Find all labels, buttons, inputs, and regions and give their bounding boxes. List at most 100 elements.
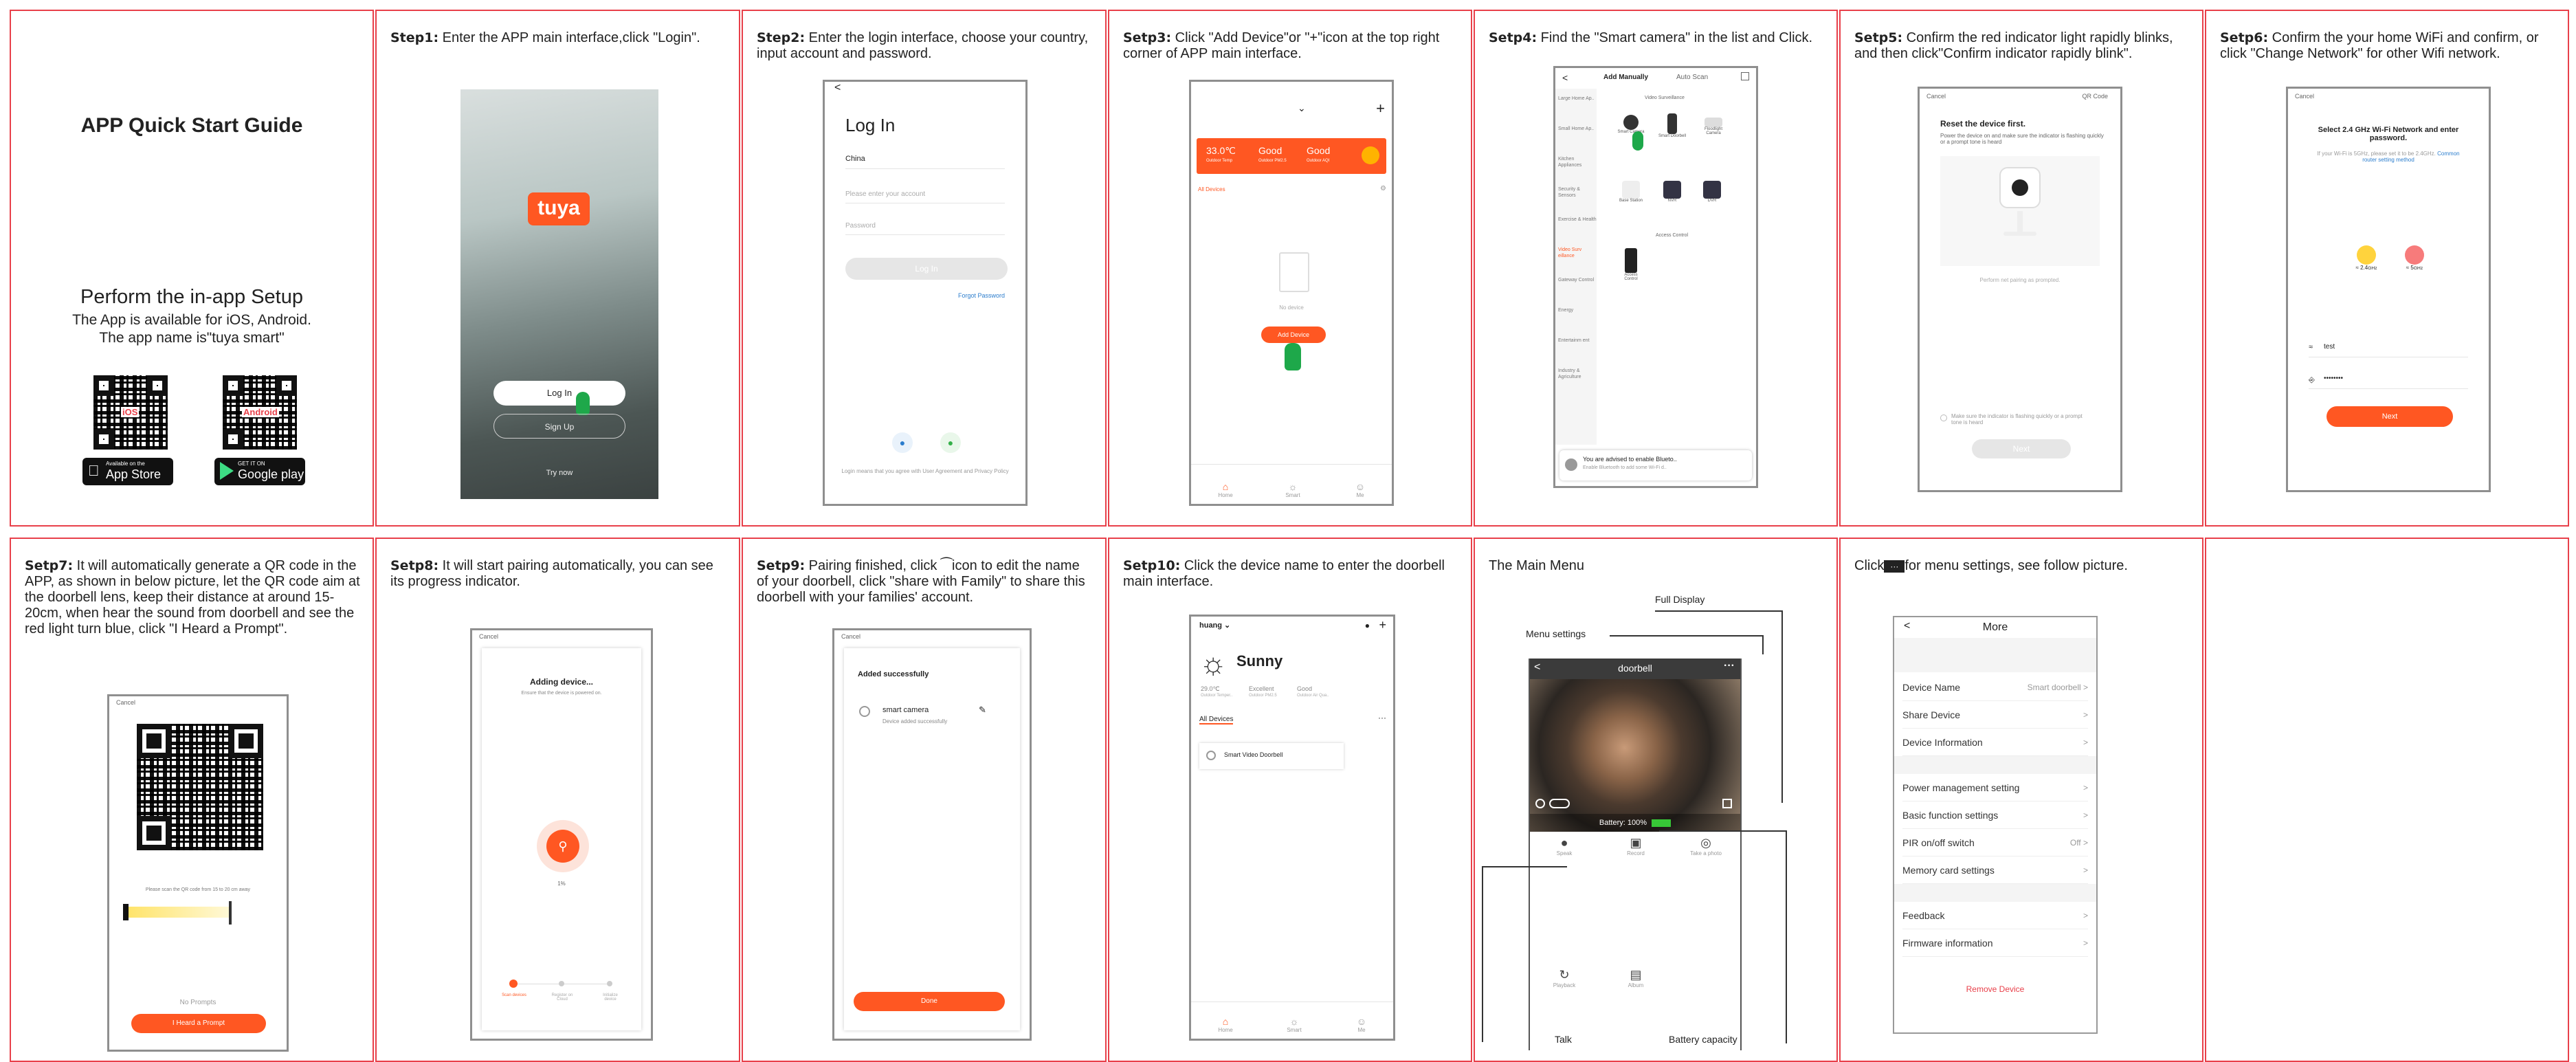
next-button[interactable]: Next [2327, 406, 2453, 427]
step9-text: Setp9: Pairing finished, click ⁀icon to … [757, 558, 1093, 606]
cancel-link[interactable]: Cancel [116, 699, 135, 706]
category-item[interactable]: Gateway Control [1558, 277, 1597, 307]
bluetooth-banner[interactable]: You are advised to enable Blueto.. Enabl… [1559, 450, 1752, 480]
wifi-title: Select 2.4 GHz Wi-Fi Network and enter p… [2318, 126, 2459, 142]
device-name[interactable]: smart camera [882, 706, 929, 714]
cancel-link[interactable]: Cancel [1927, 93, 1946, 100]
all-devices-tab[interactable]: All Devices [1199, 716, 1234, 724]
add-icon[interactable]: + [1379, 618, 1386, 632]
google-play-badge[interactable]: GET IT ON Google play [214, 458, 305, 485]
app-store-badge[interactable]:  Available on the App Store [82, 458, 173, 485]
forgot-password-link[interactable]: Forgot Password [958, 292, 1005, 299]
login-button[interactable]: Log In [493, 381, 625, 406]
add-manually-tab[interactable]: Add Manually [1603, 74, 1648, 81]
nav-home[interactable]: ⌂ Home [1205, 1016, 1246, 1033]
category-item[interactable]: Exercise & Health [1558, 217, 1597, 247]
heard-prompt-button[interactable]: I Heard a Prompt [131, 1014, 266, 1033]
category-item[interactable]: Entertainm ent [1558, 338, 1597, 368]
step9-panel: Setp9: Pairing finished, click ⁀icon to … [742, 538, 1107, 1062]
no-prompts-link[interactable]: No Prompts [109, 999, 287, 1006]
nav-me[interactable]: ☺ Me [1341, 1016, 1382, 1033]
wechat-icon[interactable]: ● [940, 432, 961, 453]
qr-android[interactable]: Android [223, 375, 297, 450]
nav-me[interactable]: ☺ Me [1340, 481, 1381, 498]
cancel-link[interactable]: Cancel [479, 633, 498, 640]
category-item[interactable]: Security & Sensors [1558, 186, 1597, 217]
settings-row[interactable]: Share Device > [1902, 701, 2088, 729]
all-devices-tab[interactable]: All Devices [1198, 186, 1225, 192]
alert-icon[interactable] [1362, 146, 1379, 164]
voice-icon[interactable]: ● [1365, 621, 1370, 630]
cancel-link[interactable]: Cancel [841, 633, 860, 640]
add-device-button[interactable]: Add Device [1261, 327, 1326, 343]
settings-row[interactable]: Basic function settings > [1902, 801, 2088, 829]
category-item[interactable]: Kitchen Appliances [1558, 156, 1597, 186]
category-item[interactable]: Large Home Ap.. [1558, 96, 1597, 126]
device-card[interactable]: Smart Video Doorbell [1199, 743, 1344, 769]
settings-row[interactable]: Power management setting > [1902, 774, 2088, 801]
settings-row[interactable]: Feedback > [1902, 902, 2088, 929]
device-floodlight[interactable]: Floodlight Camera [1698, 118, 1729, 135]
full-screen-icon[interactable] [1722, 799, 1732, 808]
category-item[interactable]: Energy [1558, 307, 1597, 338]
ssid-input[interactable]: test [2324, 343, 2335, 351]
air-value: Good [1297, 685, 1313, 692]
back-icon[interactable]: < [1562, 72, 1568, 83]
device-label: DVR [1707, 199, 1717, 203]
action-album[interactable]: ▤ Album [1601, 968, 1670, 988]
settings-row[interactable]: PIR on/off switch Off > [1902, 829, 2088, 856]
net-pairing-link[interactable]: Perform net pairing as prompted. [1920, 277, 2120, 283]
nav-smart[interactable]: ☼ Smart [1274, 1016, 1315, 1033]
action-playback[interactable]: ↻ Playback [1530, 968, 1599, 988]
qr-ios[interactable]: iOS [93, 375, 168, 450]
add-device-plus-icon[interactable]: + [1376, 100, 1385, 118]
confirm-checkbox[interactable] [1940, 414, 1947, 421]
qr-code-mode[interactable]: QR Code [2082, 93, 2108, 100]
category-item[interactable]: Video Surv eillance [1558, 247, 1597, 277]
mute-icon[interactable] [1535, 799, 1545, 808]
device-smart-doorbell[interactable]: Smart Doorbell [1658, 113, 1686, 138]
home-selector[interactable]: huang ⌄ [1199, 621, 1230, 630]
device-nvr[interactable]: NVR [1658, 181, 1686, 203]
device-access-control[interactable]: Access Control [1617, 248, 1645, 281]
drop-icon[interactable]: ● [892, 432, 913, 453]
settings-icon[interactable]: ⚙ [1380, 185, 1386, 192]
remove-device-button[interactable]: Remove Device [1894, 984, 2096, 994]
back-icon[interactable]: < [834, 82, 841, 94]
cancel-link[interactable]: Cancel [2295, 93, 2314, 100]
category-item[interactable]: Industry & Agriculture [1558, 368, 1597, 398]
home-dropdown-icon[interactable]: ⌄ [1298, 102, 1306, 114]
settings-row-label: Power management setting [1902, 782, 2020, 793]
scan-icon[interactable] [1741, 72, 1749, 80]
done-button[interactable]: Done [854, 992, 1005, 1011]
live-video[interactable]: Battery: 100% [1530, 679, 1740, 832]
category-item[interactable]: Small Home Ap.. [1558, 126, 1597, 156]
settings-row[interactable]: Device Information > [1902, 729, 2088, 756]
settings-row[interactable]: Memory card settings > [1902, 856, 2088, 884]
nav-home[interactable]: ⌂ Home [1205, 481, 1246, 498]
login-submit-button[interactable]: Log In [845, 258, 1008, 280]
device-smart-camera[interactable]: Smart Camera [1617, 115, 1645, 134]
base-station-icon [1622, 181, 1640, 199]
action-photo[interactable]: ◎ Take a photo [1672, 836, 1740, 856]
settings-row[interactable]: Firmware information > [1902, 929, 2088, 957]
wifi-password-input[interactable]: •••••••• [2324, 375, 2343, 382]
action-speak[interactable]: ● Speak [1530, 836, 1599, 856]
edit-pencil-icon[interactable]: ✎ [979, 705, 986, 716]
quality-badge[interactable] [1549, 799, 1570, 808]
step7-phone: Cancel Please scan the QR code from 15 t… [107, 694, 289, 1052]
settings-row[interactable]: Device Name Smart doorbell > [1902, 674, 2088, 701]
auto-scan-tab[interactable]: Auto Scan [1676, 74, 1708, 81]
device-dvr[interactable]: DVR [1698, 181, 1726, 203]
country-select[interactable]: China [845, 155, 865, 163]
password-input[interactable]: Password [845, 222, 876, 230]
try-now-link[interactable]: Try now [460, 469, 658, 477]
next-button[interactable]: Next [1972, 439, 2071, 458]
signup-button[interactable]: Sign Up [493, 414, 625, 439]
menu-dots-icon[interactable]: ··· [1724, 660, 1735, 672]
more-dots-icon[interactable]: ··· [1378, 713, 1386, 722]
nav-smart[interactable]: ☼ Smart [1272, 481, 1313, 498]
action-record[interactable]: ▣ Record [1601, 836, 1670, 856]
account-input[interactable]: Please enter your account [845, 190, 925, 198]
device-base-station[interactable]: Base Station [1617, 181, 1645, 203]
